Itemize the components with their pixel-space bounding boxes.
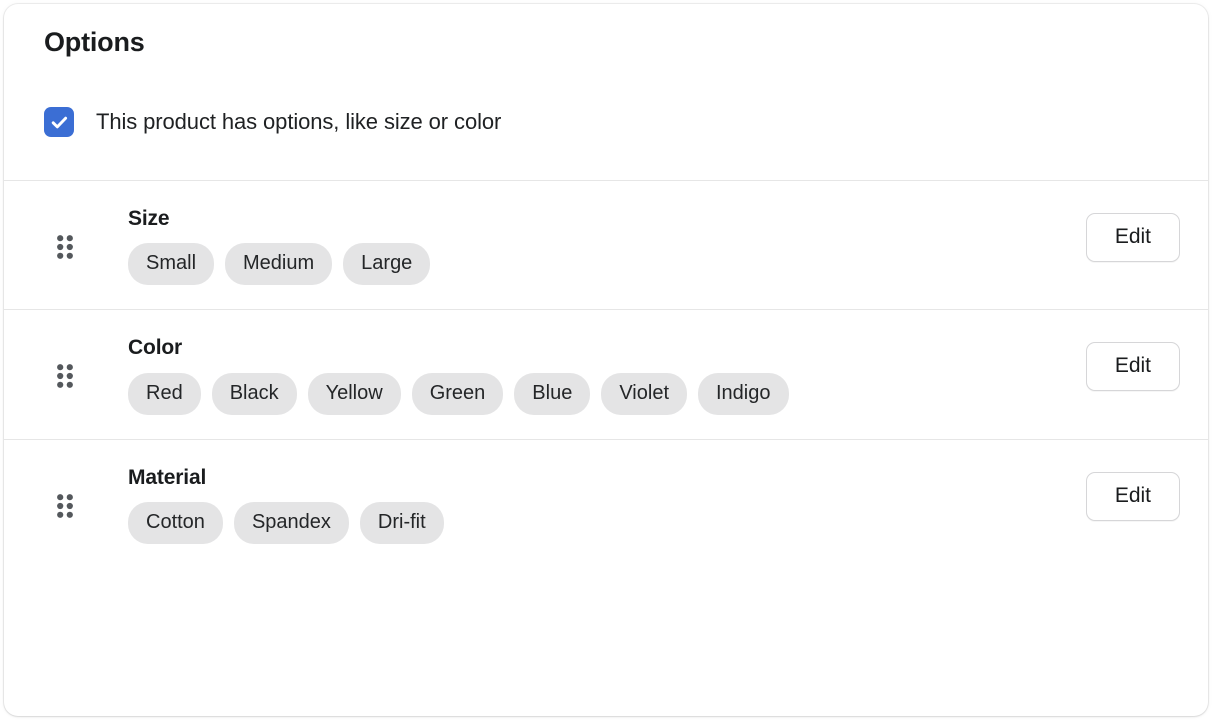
- option-row-color: Color Red Black Yellow GreenBlue Violet Indig…: [4, 309, 1208, 438]
- option-action: Edit: [1086, 472, 1180, 521]
- drag-handle-dots-icon: [56, 363, 74, 389]
- has-options-checkbox-label: This product has options, like size or c…: [96, 111, 501, 133]
- option-row-size: Size Small Medium Large Edit: [4, 180, 1208, 309]
- option-value-tag: Green: [412, 373, 504, 415]
- edit-button[interactable]: Edit: [1086, 342, 1180, 391]
- option-value-tag: Red: [128, 373, 201, 415]
- option-action: Edit: [1086, 213, 1180, 262]
- has-options-checkbox[interactable]: [44, 107, 74, 137]
- page-title: Options: [44, 26, 1168, 58]
- option-value-tag: Black: [212, 373, 297, 415]
- page-root: Options This product has options, like s…: [0, 0, 1222, 724]
- option-name: Color: [128, 336, 1086, 359]
- drag-handle-dots-icon: [56, 234, 74, 260]
- option-value-tag: Medium: [225, 243, 332, 285]
- option-name: Material: [128, 466, 1086, 489]
- edit-button[interactable]: Edit: [1086, 472, 1180, 521]
- option-value-tag: Small: [128, 243, 214, 285]
- option-row-material: Material Cotton Spandex Dri-fit Edit: [4, 439, 1208, 568]
- option-value-tag: Dri-fit: [360, 502, 444, 544]
- option-name: Size: [128, 207, 1086, 230]
- option-action: Edit: [1086, 342, 1180, 391]
- option-value-tag: Yellow: [308, 373, 401, 415]
- option-value-tags: Red Black Yellow GreenBlue Violet Indigo: [128, 373, 1086, 415]
- option-value-tags: Small Medium Large: [128, 243, 1086, 285]
- option-body: Material Cotton Spandex Dri-fit: [128, 464, 1086, 544]
- drag-handle[interactable]: [54, 234, 76, 260]
- edit-button[interactable]: Edit: [1086, 213, 1180, 262]
- option-value-tag: Violet: [601, 373, 687, 415]
- options-card: Options This product has options, like s…: [4, 4, 1208, 716]
- drag-handle[interactable]: [54, 363, 76, 389]
- option-body: Color Red Black Yellow GreenBlue Violet Indig…: [128, 334, 1086, 414]
- option-value-tags: Cotton Spandex Dri-fit: [128, 502, 1086, 544]
- option-value-tag: Large: [343, 243, 430, 285]
- option-value-tag: Indigo: [698, 373, 789, 415]
- drag-handle[interactable]: [54, 493, 76, 519]
- option-value-tag: Cotton: [128, 502, 223, 544]
- option-body: Size Small Medium Large: [128, 205, 1086, 285]
- header-spacer: [44, 137, 1168, 180]
- option-rows-container: Size Small Medium Large Edit Color Red Blac…: [4, 180, 1208, 567]
- checkmark-icon: [50, 113, 69, 132]
- options-card-header: Options This product has options, like s…: [4, 4, 1208, 180]
- has-options-checkbox-row[interactable]: This product has options, like size or c…: [44, 107, 1168, 137]
- drag-handle-dots-icon: [56, 493, 74, 519]
- option-value-tag: Blue: [514, 373, 590, 415]
- option-value-tag: Spandex: [234, 502, 349, 544]
